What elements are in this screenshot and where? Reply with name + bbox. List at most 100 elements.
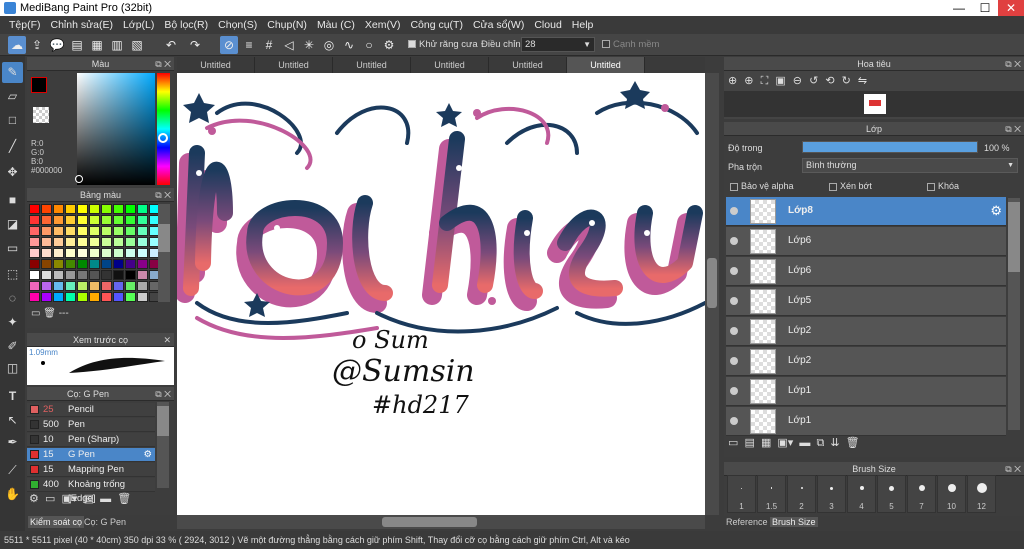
tab-document[interactable]: Untitled [255,57,333,73]
palette-swatch[interactable] [101,292,112,302]
dot-tool-icon[interactable]: □ [2,110,23,131]
speech-bubble-icon[interactable]: 💬 [48,36,66,54]
palette-swatch[interactable] [41,248,52,258]
palette-swatch[interactable] [89,215,100,225]
zoom-out-icon[interactable]: ⊖ [793,75,802,87]
palette-swatch[interactable] [125,237,136,247]
visibility-eye-icon[interactable] [730,297,738,305]
soft-edge-checkbox[interactable] [602,40,610,49]
radial-snap-icon[interactable]: ✳ [300,36,318,54]
palette-swatch[interactable] [65,215,76,225]
pipette-tool-icon[interactable]: ⟋ [2,460,23,481]
antialias-checkbox[interactable] [408,40,416,49]
layout-icon[interactable]: ▦ [88,36,106,54]
palette-swatch[interactable] [41,292,52,302]
palette-swatch[interactable] [113,259,124,269]
palette-swatch[interactable] [29,204,40,214]
palette-swatch[interactable] [29,281,40,291]
brush-delete-icon[interactable]: 🗑 [117,493,131,505]
brush-list-item[interactable]: 500 Pen [27,418,155,432]
layer-row[interactable]: Lớp8 ⚙ [726,197,1006,226]
canvas-vertical-scrollbar[interactable] [705,73,719,515]
cloud-icon[interactable]: ☁ [8,36,26,54]
palette-swatch[interactable] [137,204,148,214]
lock-checkbox[interactable] [927,182,935,191]
grid-icon[interactable]: ▥ [108,36,126,54]
palette-swatch[interactable] [137,237,148,247]
bucket-tool-icon[interactable]: ◪ [2,214,23,235]
visibility-eye-icon[interactable] [730,207,738,215]
tab-brush-size[interactable]: Brush Size [770,517,818,527]
palette-swatch[interactable] [101,226,112,236]
palette-swatch[interactable] [29,259,40,269]
visibility-eye-icon[interactable] [730,237,738,245]
canvas-horizontal-scrollbar[interactable] [177,515,705,529]
hue-handle[interactable] [158,133,168,143]
brush-size-preset[interactable]: 2 [787,475,816,513]
menu-help[interactable]: Help [567,16,599,34]
palette-swatch[interactable] [125,259,136,269]
palette-swatch[interactable] [125,270,136,280]
foreground-color-swatch[interactable] [31,77,47,93]
share-icon[interactable]: ⇪ [28,36,46,54]
brush-size-preset[interactable]: 1.5 [757,475,786,513]
palette-swatch[interactable] [29,237,40,247]
palette-swatch[interactable] [29,292,40,302]
brush-size-preset[interactable]: 10 [937,475,966,513]
clipping-checkbox[interactable] [829,182,837,191]
document-icon[interactable]: ▧ [128,36,146,54]
tab-document[interactable]: Untitled [489,57,567,73]
brush-scroll-thumb[interactable] [157,406,169,436]
curve-snap-icon[interactable]: ∿ [340,36,358,54]
palette-swatch[interactable] [65,248,76,258]
palette-swatch[interactable] [137,270,148,280]
palette-swatch[interactable] [89,270,100,280]
brush-folder-icon[interactable]: ▬ [100,493,111,505]
palette-swatch[interactable] [53,259,64,269]
protect-alpha-toggle[interactable]: Bảo vệ alpha [730,181,794,191]
palette-swatch[interactable] [113,204,124,214]
ellipse-snap-icon[interactable]: ○ [360,36,378,54]
maximize-button[interactable]: ☐ [972,0,998,16]
brush-menu-icon[interactable]: ▣▾ [62,493,78,505]
visibility-eye-icon[interactable] [730,357,738,365]
tab-brush-control[interactable]: Kiểm soát cọ [28,516,85,528]
palette-scroll-thumb[interactable] [158,224,170,252]
brush-size-preset[interactable]: 1 [727,475,756,513]
new-layer-icon[interactable]: ▭ [728,437,738,449]
duplicate-layer-icon[interactable]: ⧉ [816,437,824,449]
palette-swatch[interactable] [53,281,64,291]
palette-swatch[interactable] [77,270,88,280]
palette-swatch[interactable] [137,281,148,291]
menu-select[interactable]: Chọn(S) [213,16,262,34]
brush-settings-icon[interactable]: ⚙ [143,448,152,462]
magic-wand-tool-icon[interactable]: ✦ [2,312,23,333]
palette-swatch[interactable] [137,215,148,225]
text-tool-icon[interactable]: T [2,386,23,407]
brush-list-item[interactable]: 25 Pencil [27,403,155,417]
palette-swatch[interactable] [137,259,148,269]
palette-swatch[interactable] [77,226,88,236]
palette-swatch[interactable] [125,292,136,302]
move-tool-icon[interactable]: ✥ [2,162,23,183]
delete-palette-icon[interactable]: 🗑 [43,308,56,319]
layer-scroll-thumb[interactable] [1008,202,1020,272]
visibility-eye-icon[interactable] [730,267,738,275]
menu-file[interactable]: Tệp(F) [4,16,46,34]
lasso-tool-icon[interactable]: ◌ [2,288,23,309]
palette-swatch[interactable] [29,215,40,225]
palette-swatch[interactable] [53,215,64,225]
transparent-swatch[interactable] [33,107,49,123]
blend-select[interactable]: Bình thường ▼ [802,158,1018,173]
palette-swatch[interactable] [41,270,52,280]
palette-swatch[interactable] [125,215,136,225]
menu-filter[interactable]: Bộ lọc(R) [159,16,213,34]
menu-window[interactable]: Cửa sổ(W) [468,16,529,34]
menu-edit[interactable]: Chỉnh sửa(E) [46,16,118,34]
brush-size-preset[interactable]: 3 [817,475,846,513]
palette-swatch[interactable] [113,281,124,291]
select-eraser-tool-icon[interactable]: ◫ [2,358,23,379]
minimize-button[interactable]: — [946,0,972,16]
palette-swatch[interactable] [53,270,64,280]
add-brush-icon[interactable]: ▭ [45,493,55,505]
